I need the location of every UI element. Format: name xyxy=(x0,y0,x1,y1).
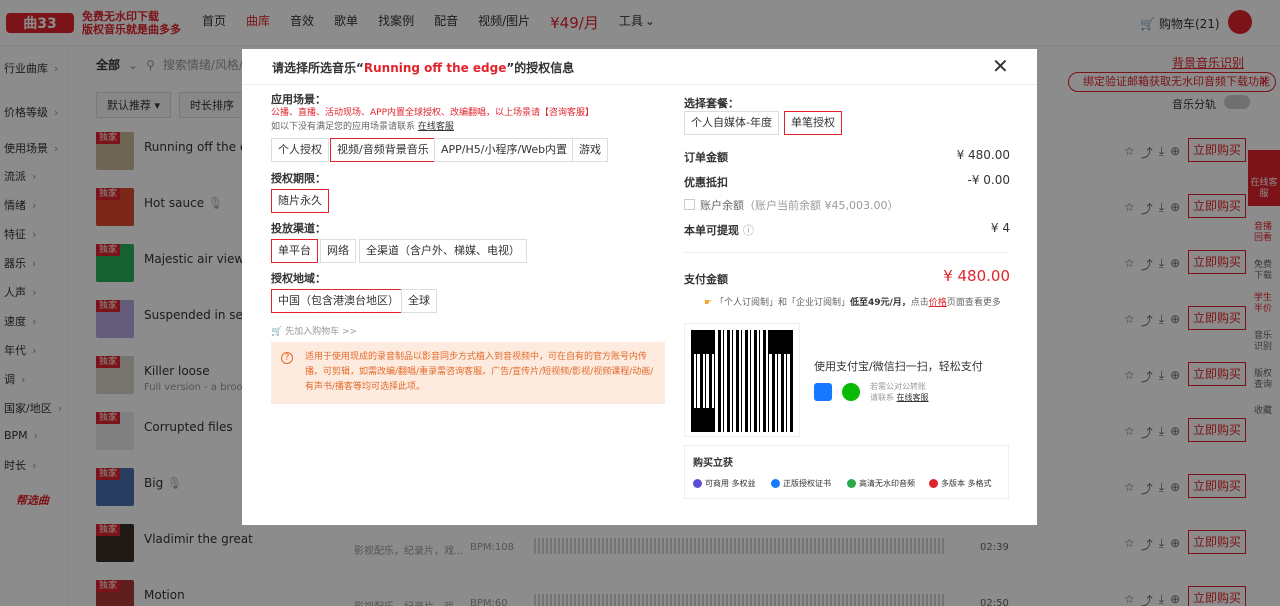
add-to-cart-label: 先加入购物车 >> xyxy=(285,327,358,337)
benefit-hd-audio: 高清无水印音频 xyxy=(847,478,915,489)
payment-qr-code xyxy=(684,323,800,437)
benefit-label: 高清无水印音频 xyxy=(859,479,915,488)
order-amount-value: ¥ 480.00 xyxy=(956,148,1010,162)
benefit-title: 购买立获 xyxy=(693,458,733,469)
scene-hint-2-text: 如以下没有满足您的应用场景请联系 xyxy=(271,122,416,132)
corp-contact-text: 请联系 xyxy=(870,393,894,402)
corp-pay-text: 若需公对公转账 xyxy=(870,382,926,391)
invoice-label-row: 本单可提现 ⓘ xyxy=(684,222,754,238)
wechat-pay-icon xyxy=(842,383,860,401)
balance-label: 账户余额 xyxy=(700,199,744,212)
discount-label: 优惠抵扣 xyxy=(684,176,728,189)
scene-hint: 公播、直播、活动现场、APP内置全球授权、改编翻唱，以上场景请【咨询客服】 xyxy=(271,108,595,118)
benefit-label: 多版本 多格式 xyxy=(941,479,992,488)
notice-text: 适用于使用现成的录音制品以影音同步方式植入到音视频中，可在自有的官方账号内传播。… xyxy=(305,352,654,392)
hand-icon: ☛ xyxy=(704,298,713,308)
benefit-multi-format: 多版本 多格式 xyxy=(929,478,992,489)
corporate-transfer: 若需公对公转账 请联系 在线客服 xyxy=(870,381,929,403)
scene-option-personal[interactable]: 个人授权 xyxy=(271,138,329,162)
pay-amount-value: ¥ 480.00 xyxy=(943,267,1010,285)
balance-checkbox[interactable] xyxy=(684,199,695,210)
price-link[interactable]: 价格 xyxy=(929,298,947,308)
channel-label: 投放渠道： xyxy=(271,222,326,235)
sub-note-b: 低至49元/月， xyxy=(849,298,911,308)
close-icon[interactable]: ✕ xyxy=(992,55,1009,77)
scene-option-video-bgm[interactable]: 视频/音频背景音乐 xyxy=(330,138,436,162)
corp-online-service-link[interactable]: 在线客服 xyxy=(897,393,929,402)
cart-icon: 🛒 xyxy=(271,327,283,337)
package-option-annual[interactable]: 个人自媒体-年度 xyxy=(684,111,779,135)
package-label: 选择套餐： xyxy=(684,97,739,110)
package-option-single[interactable]: 单笔授权 xyxy=(784,111,842,135)
channel-option-all[interactable]: 全渠道（含户外、梯媒、电视） xyxy=(359,239,527,263)
modal-header: 请选择所选音乐“Running off the edge”的授权信息 ✕ xyxy=(242,49,1037,85)
benefit-label: 可商用 多权益 xyxy=(705,479,756,488)
modal-title: 请选择所选音乐“Running off the edge”的授权信息 xyxy=(272,59,574,76)
scene-option-game[interactable]: 游戏 xyxy=(572,138,608,162)
title-suffix: ”的授权信息 xyxy=(506,61,575,75)
hd-audio-icon xyxy=(847,479,856,488)
discount-value: -¥ 0.00 xyxy=(967,173,1011,187)
commercial-icon xyxy=(693,479,702,488)
benefits-box: 购买立获 可商用 多权益 正版授权证书 高清无水印音频 多版本 多格式 xyxy=(684,445,1009,499)
multi-format-icon xyxy=(929,479,938,488)
help-icon[interactable]: ⓘ xyxy=(743,224,754,237)
balance-note: （账户当前余额 ¥45,003.00） xyxy=(744,199,899,212)
region-option-china[interactable]: 中国（包含港澳台地区） xyxy=(271,289,406,313)
license-modal: 请选择所选音乐“Running off the edge”的授权信息 ✕ 应用场… xyxy=(242,49,1037,525)
certificate-icon xyxy=(771,479,780,488)
period-option-permanent[interactable]: 随片永久 xyxy=(271,189,329,213)
title-prefix: 请选择所选音乐“ xyxy=(272,61,364,75)
benefit-certificate: 正版授权证书 xyxy=(771,478,831,489)
pay-amount-label: 支付金额 xyxy=(684,273,728,286)
usage-notice: ? 适用于使用现成的录音制品以影音同步方式植入到音视频中，可在自有的官方账号内传… xyxy=(271,342,665,404)
qr-pattern xyxy=(691,330,793,432)
invoice-value: ¥ 4 xyxy=(990,221,1010,235)
region-option-global[interactable]: 全球 xyxy=(401,289,437,313)
online-service-link[interactable]: 在线客服 xyxy=(418,122,454,132)
balance-row: 账户余额（账户当前余额 ¥45,003.00） xyxy=(700,197,898,213)
region-label: 授权地域： xyxy=(271,272,326,285)
divider xyxy=(684,252,1009,253)
sub-note-a: 「个人订阅制」和「企业订阅制」 xyxy=(714,298,850,308)
sub-note-c: 点击 xyxy=(910,298,929,308)
add-to-cart-link[interactable]: 🛒 先加入购物车 >> xyxy=(271,324,357,337)
alipay-icon xyxy=(814,383,832,401)
sub-note-e: 页面查看更多 xyxy=(946,298,1001,308)
title-song: Running off the edge xyxy=(363,61,507,75)
benefit-label: 正版授权证书 xyxy=(783,479,831,488)
info-icon: ? xyxy=(281,352,293,364)
scan-instruction: 使用支付宝/微信扫一扫，轻松支付 xyxy=(814,360,983,373)
invoice-label: 本单可提现 xyxy=(684,224,739,237)
benefit-commercial: 可商用 多权益 xyxy=(693,478,756,489)
scene-hint-2: 如以下没有满足您的应用场景请联系 在线客服 xyxy=(271,119,454,132)
order-amount-label: 订单金额 xyxy=(684,151,728,164)
subscription-note: ☛ 「个人订阅制」和「企业订阅制」低至49元/月，点击价格页面查看更多 xyxy=(704,295,1001,308)
channel-option-web[interactable]: 网络 xyxy=(320,239,356,263)
scene-option-app[interactable]: APP/H5/小程序/Web内置 xyxy=(434,138,575,162)
period-label: 授权期限： xyxy=(271,172,326,185)
channel-option-single[interactable]: 单平台 xyxy=(271,239,318,263)
